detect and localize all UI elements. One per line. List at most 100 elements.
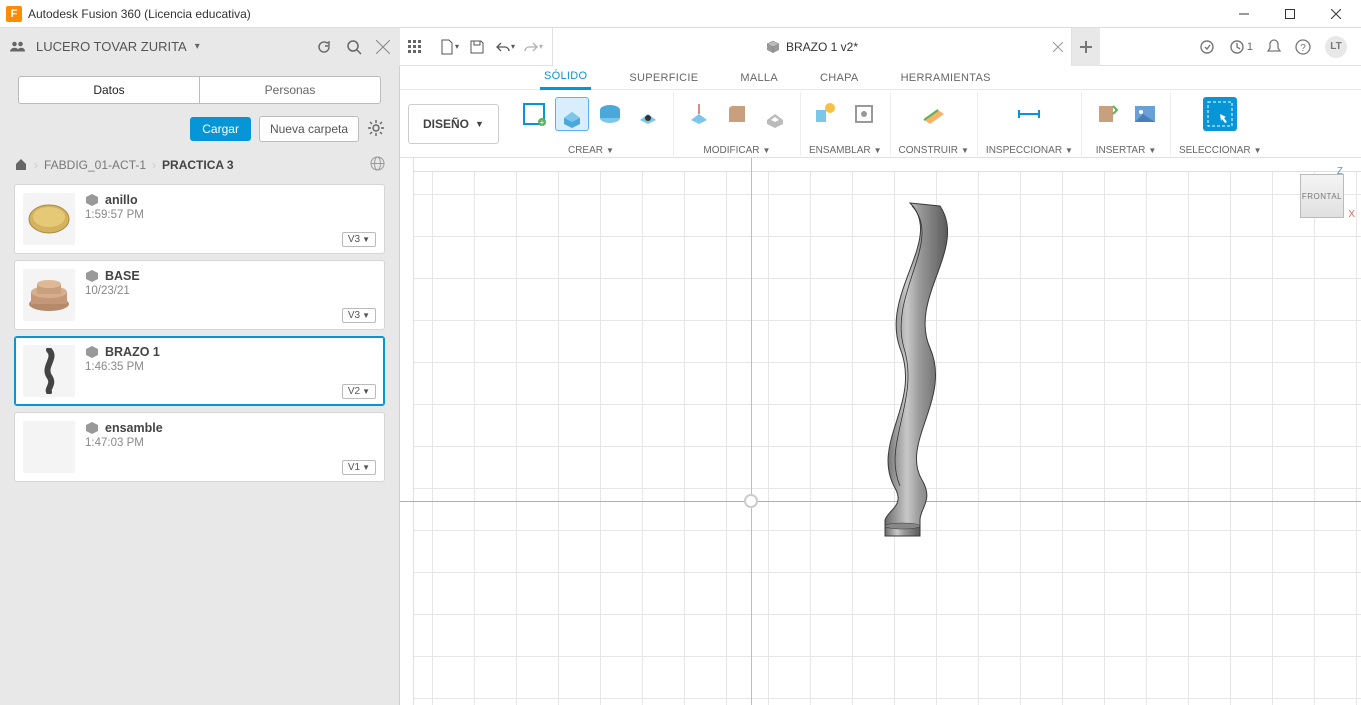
file-name: BASE xyxy=(105,269,140,283)
svg-text:?: ? xyxy=(1300,43,1306,54)
breadcrumb-separator: › xyxy=(152,158,156,172)
as-built-joint-button[interactable] xyxy=(847,97,881,131)
file-time: 10/23/21 xyxy=(85,285,374,297)
press-pull-button[interactable] xyxy=(682,97,716,131)
version-badge[interactable]: V2▼ xyxy=(342,384,376,399)
ribbon-tab-tools[interactable]: HERRAMIENTAS xyxy=(897,68,995,89)
top-bar: LUCERO TOVAR ZURITA ▾ ▾ ▾ ▾ BRAZO 1 v2* xyxy=(0,28,1361,66)
cube-icon xyxy=(85,421,99,435)
redo-button[interactable]: ▾ xyxy=(522,36,544,58)
viewport[interactable]: Z FRONTAL X xyxy=(400,158,1361,705)
panel-tab-people[interactable]: Personas xyxy=(199,76,381,104)
close-panel-button[interactable] xyxy=(376,40,390,54)
axis-x-label: X xyxy=(1348,209,1355,220)
select-button[interactable] xyxy=(1203,97,1237,131)
breadcrumb: › FABDIG_01-ACT-1 › PRACTICA 3 xyxy=(0,148,399,184)
ribbon: DISEÑO▼ + CREAR▼ MODIFICAR▼ xyxy=(400,90,1361,158)
file-name: BRAZO 1 xyxy=(105,345,160,359)
extrude-button[interactable] xyxy=(555,97,589,131)
web-link-button[interactable] xyxy=(370,156,385,174)
insert-derive-button[interactable] xyxy=(1090,97,1124,131)
people-icon xyxy=(10,40,28,54)
close-button[interactable] xyxy=(1313,0,1359,28)
canvas-area: SÓLIDO SUPERFICIE MALLA CHAPA HERRAMIENT… xyxy=(400,66,1361,705)
joint-button[interactable] xyxy=(809,97,843,131)
file-time: 1:46:35 PM xyxy=(85,361,374,373)
notifications-button[interactable] xyxy=(1267,39,1281,55)
insert-decal-button[interactable] xyxy=(1128,97,1162,131)
file-card[interactable]: BRAZO 1 1:46:35 PM V2▼ xyxy=(14,336,385,406)
breadcrumb-separator: › xyxy=(34,158,38,172)
version-badge[interactable]: V3▼ xyxy=(342,308,376,323)
ribbon-tab-solid[interactable]: SÓLIDO xyxy=(540,66,591,90)
file-card[interactable]: ensamble 1:47:03 PM V1▼ xyxy=(14,412,385,482)
apps-grid-button[interactable] xyxy=(400,28,430,66)
svg-text:+: + xyxy=(540,118,545,127)
file-time: 1:47:03 PM xyxy=(85,437,374,449)
ribbon-group-modify: MODIFICAR▼ xyxy=(674,92,801,156)
origin-marker xyxy=(744,494,758,508)
ribbon-group-select: SELECCIONAR▼ xyxy=(1171,92,1270,156)
revolve-button[interactable] xyxy=(593,97,627,131)
breadcrumb-project[interactable]: FABDIG_01-ACT-1 xyxy=(44,158,146,172)
axis-z-label: Z xyxy=(1337,166,1343,177)
version-badge[interactable]: V1▼ xyxy=(342,460,376,475)
minimize-button[interactable] xyxy=(1221,0,1267,28)
user-avatar[interactable]: LT xyxy=(1325,36,1347,58)
ribbon-tabs: SÓLIDO SUPERFICIE MALLA CHAPA HERRAMIENT… xyxy=(400,66,1361,90)
document-tab[interactable]: BRAZO 1 v2* xyxy=(552,28,1072,66)
refresh-button[interactable] xyxy=(316,39,332,55)
file-thumbnail xyxy=(23,269,75,321)
job-status-button[interactable]: 1 xyxy=(1229,39,1253,55)
new-tab-button[interactable] xyxy=(1072,28,1100,66)
team-switcher[interactable]: LUCERO TOVAR ZURITA ▾ xyxy=(10,39,200,54)
title-bar: F Autodesk Fusion 360 (Licencia educativ… xyxy=(0,0,1361,28)
new-folder-button[interactable]: Nueva carpeta xyxy=(259,116,359,142)
extensions-button[interactable] xyxy=(1199,39,1215,55)
close-tab-button[interactable] xyxy=(1053,42,1063,52)
document-title: BRAZO 1 v2* xyxy=(786,40,858,54)
upload-button[interactable]: Cargar xyxy=(190,117,251,141)
ruler-top xyxy=(400,158,1361,172)
viewcube-face[interactable]: FRONTAL xyxy=(1300,174,1344,218)
cube-icon xyxy=(766,40,780,54)
home-icon[interactable] xyxy=(14,157,28,174)
model-brazo[interactable] xyxy=(860,198,950,538)
file-time: 1:59:57 PM xyxy=(85,209,374,221)
ribbon-group-construct: CONSTRUIR▼ xyxy=(891,92,978,156)
data-panel-header: LUCERO TOVAR ZURITA ▾ xyxy=(0,28,400,66)
workspace-switcher[interactable]: DISEÑO▼ xyxy=(408,104,499,144)
file-card[interactable]: BASE 10/23/21 V3▼ xyxy=(14,260,385,330)
fillet-button[interactable] xyxy=(720,97,754,131)
file-list: anillo 1:59:57 PM V3▼ BASE 10/23/21 xyxy=(0,184,399,482)
shell-button[interactable] xyxy=(758,97,792,131)
viewcube[interactable]: Z FRONTAL X xyxy=(1295,168,1349,222)
ribbon-group-inspect: INSPECCIONAR▼ xyxy=(978,92,1082,156)
breadcrumb-current: PRACTICA 3 xyxy=(162,158,234,172)
ribbon-group-assemble: ENSAMBLAR▼ xyxy=(801,92,891,156)
hole-button[interactable] xyxy=(631,97,665,131)
file-menu[interactable]: ▾ xyxy=(438,36,460,58)
maximize-button[interactable] xyxy=(1267,0,1313,28)
plane-button[interactable] xyxy=(917,97,951,131)
version-badge[interactable]: V3▼ xyxy=(342,232,376,247)
measure-button[interactable] xyxy=(1012,97,1046,131)
ribbon-group-create: + CREAR▼ xyxy=(509,92,674,156)
data-panel: Datos Personas Cargar Nueva carpeta › FA… xyxy=(0,66,400,705)
cube-icon xyxy=(85,269,99,283)
file-thumbnail xyxy=(23,421,75,473)
help-button[interactable]: ? xyxy=(1295,39,1311,55)
file-card[interactable]: anillo 1:59:57 PM V3▼ xyxy=(14,184,385,254)
file-name: ensamble xyxy=(105,421,163,435)
undo-button[interactable]: ▾ xyxy=(494,36,516,58)
window-title: Autodesk Fusion 360 (Licencia educativa) xyxy=(28,7,251,21)
ribbon-tab-sheet[interactable]: CHAPA xyxy=(816,68,863,89)
ribbon-tab-mesh[interactable]: MALLA xyxy=(736,68,782,89)
settings-button[interactable] xyxy=(367,119,385,140)
sketch-button[interactable]: + xyxy=(517,97,551,131)
save-button[interactable] xyxy=(466,36,488,58)
ribbon-tab-surface[interactable]: SUPERFICIE xyxy=(625,68,702,89)
search-button[interactable] xyxy=(346,39,362,55)
panel-tab-data[interactable]: Datos xyxy=(18,76,199,104)
cube-icon xyxy=(85,193,99,207)
